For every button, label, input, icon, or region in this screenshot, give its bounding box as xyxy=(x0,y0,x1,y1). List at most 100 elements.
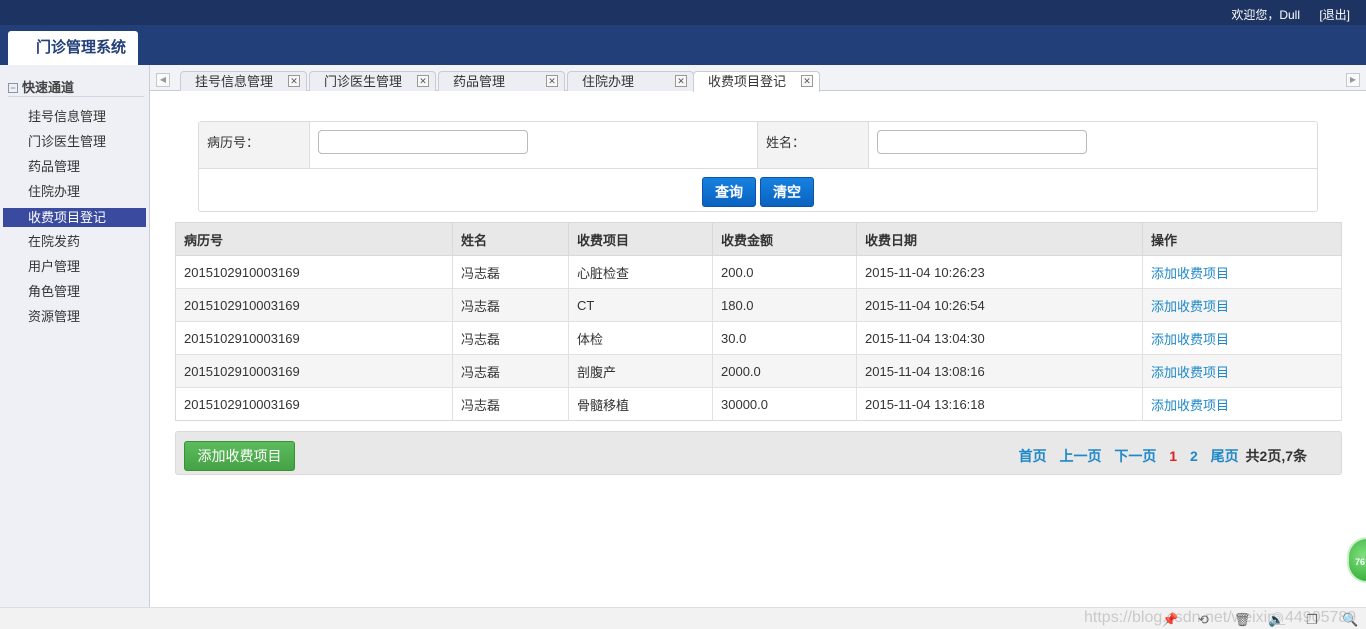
cell-charge-date: 2015-11-04 13:16:18 xyxy=(856,387,1143,421)
header: 门诊管理系统 xyxy=(0,25,1366,65)
cell-charge-item: 剖腹产 xyxy=(568,354,713,388)
pager-next[interactable]: 下一页 xyxy=(1114,448,1156,464)
table-row: 2015102910003169 冯志磊 体检 30.0 2015-11-04 … xyxy=(175,321,1342,355)
sidebar-item-users[interactable]: 用户管理 xyxy=(3,255,146,280)
tab-outpatient-doctor[interactable]: 门诊医生管理 ✕ xyxy=(309,71,436,91)
sidebar-item-resources[interactable]: 资源管理 xyxy=(3,305,146,330)
cell-name: 冯志磊 xyxy=(452,255,569,289)
cell-name: 冯志磊 xyxy=(452,321,569,355)
add-charge-item-link[interactable]: 添加收费项目 xyxy=(1142,288,1342,322)
record-number-input[interactable] xyxy=(318,130,528,154)
table-footer: 添加收费项目 首页 上一页 下一页 1 2 尾页 共2页,7条 xyxy=(175,431,1342,475)
cell-record-number: 2015102910003169 xyxy=(175,321,453,355)
tab-label: 收费项目登记 xyxy=(708,74,787,89)
tab-hospitalization[interactable]: 住院办理 ✕ xyxy=(567,71,694,91)
tab-label: 挂号信息管理 xyxy=(195,74,274,89)
pager-summary: 共2页,7条 xyxy=(1245,448,1307,464)
col-name: 姓名 xyxy=(452,222,569,256)
close-icon[interactable]: ✕ xyxy=(417,75,429,87)
col-actions: 操作 xyxy=(1142,222,1342,256)
cell-charge-date: 2015-11-04 13:04:30 xyxy=(856,321,1143,355)
welcome-text: 欢迎您，Dull xyxy=(1231,8,1300,22)
sidebar-item-roles[interactable]: 角色管理 xyxy=(3,280,146,305)
tab-drugs[interactable]: 药品管理 ✕ xyxy=(438,71,565,91)
top-bar: 欢迎您，Dull [退出] xyxy=(0,0,1366,25)
trash-icon[interactable]: 🗑 xyxy=(1234,612,1251,628)
add-charge-item-link[interactable]: 添加收费项目 xyxy=(1142,387,1342,421)
cell-charge-date: 2015-11-04 13:08:16 xyxy=(856,354,1143,388)
name-cell xyxy=(869,122,1317,169)
speaker-icon[interactable]: 🔊 xyxy=(1268,612,1284,628)
cell-name: 冯志磊 xyxy=(452,387,569,421)
charge-table: 病历号 姓名 收费项目 收费金额 收费日期 操作 201510291000316… xyxy=(175,222,1342,421)
logout-link[interactable]: [退出] xyxy=(1319,6,1350,23)
sidebar-item-inpatient-dispensing[interactable]: 在院发药 xyxy=(3,230,146,255)
add-charge-item-button[interactable]: 添加收费项目 xyxy=(184,441,295,471)
cell-charge-amount: 180.0 xyxy=(712,288,857,322)
pager-last[interactable]: 尾页 xyxy=(1211,448,1239,464)
cell-charge-amount: 30.0 xyxy=(712,321,857,355)
sidebar-item-registration[interactable]: 挂号信息管理 xyxy=(3,105,146,130)
sidebar-menu: 挂号信息管理 门诊医生管理 药品管理 住院办理 收费项目登记 在院发药 用户管理… xyxy=(3,105,146,330)
sidebar: − 快速通道 挂号信息管理 门诊医生管理 药品管理 住院办理 收费项目登记 在院发… xyxy=(0,65,150,607)
pager-prev[interactable]: 上一页 xyxy=(1059,448,1101,464)
col-charge-amount: 收费金额 xyxy=(712,222,857,256)
cell-record-number: 2015102910003169 xyxy=(175,354,453,388)
col-charge-item: 收费项目 xyxy=(568,222,713,256)
table-row: 2015102910003169 冯志磊 心脏检查 200.0 2015-11-… xyxy=(175,255,1342,289)
tab-label: 药品管理 xyxy=(453,74,506,89)
cell-name: 冯志磊 xyxy=(452,354,569,388)
tab-label: 门诊医生管理 xyxy=(324,74,403,89)
sidebar-section-title[interactable]: − 快速通道 xyxy=(8,77,144,97)
close-icon[interactable]: ✕ xyxy=(288,75,300,87)
cell-record-number: 2015102910003169 xyxy=(175,255,453,289)
sidebar-item-drugs[interactable]: 药品管理 xyxy=(3,155,146,180)
add-charge-item-link[interactable]: 添加收费项目 xyxy=(1142,321,1342,355)
floating-widget[interactable]: 76 xyxy=(1347,537,1366,583)
tab-scroll-left-icon[interactable]: ◀ xyxy=(156,73,170,87)
sidebar-item-hospitalization[interactable]: 住院办理 xyxy=(3,180,146,205)
pager-page-2[interactable]: 2 xyxy=(1190,448,1198,464)
cell-charge-amount: 30000.0 xyxy=(712,387,857,421)
record-number-label: 病历号： xyxy=(199,122,310,169)
cell-charge-date: 2015-11-04 10:26:23 xyxy=(856,255,1143,289)
tab-registration[interactable]: 挂号信息管理 ✕ xyxy=(180,71,307,91)
cell-charge-amount: 200.0 xyxy=(712,255,857,289)
tab-scroll-right-icon[interactable]: ▶ xyxy=(1346,73,1360,87)
search-icon[interactable]: 🔍 xyxy=(1342,612,1358,628)
close-icon[interactable]: ✕ xyxy=(546,75,558,87)
query-button[interactable]: 查询 xyxy=(702,177,756,207)
sidebar-item-outpatient-doctor[interactable]: 门诊医生管理 xyxy=(3,130,146,155)
cell-charge-item: 骨髓移植 xyxy=(568,387,713,421)
pager-page-1[interactable]: 1 xyxy=(1169,448,1177,464)
refresh-icon[interactable]: ⟲ xyxy=(1198,612,1209,628)
name-label: 姓名： xyxy=(758,122,869,169)
pagination: 首页 上一页 下一页 1 2 尾页 共2页,7条 xyxy=(1010,446,1307,466)
window-icon[interactable]: ❐ xyxy=(1306,612,1318,628)
name-input[interactable] xyxy=(877,130,1087,154)
cell-charge-item: CT xyxy=(568,288,713,322)
collapse-icon[interactable]: − xyxy=(8,83,18,93)
close-icon[interactable]: ✕ xyxy=(801,75,813,87)
tab-charge-registration[interactable]: 收费项目登记 ✕ xyxy=(693,71,820,92)
clear-button[interactable]: 清空 xyxy=(760,177,814,207)
add-charge-item-link[interactable]: 添加收费项目 xyxy=(1142,354,1342,388)
pin-icon[interactable]: 📌 xyxy=(1162,612,1178,628)
tab-label: 住院办理 xyxy=(582,74,635,89)
cell-charge-date: 2015-11-04 10:26:54 xyxy=(856,288,1143,322)
sidebar-item-charge-registration[interactable]: 收费项目登记 xyxy=(3,208,146,227)
search-form: 病历号： 姓名： 查询 清空 xyxy=(198,121,1318,212)
table-header-row: 病历号 姓名 收费项目 收费金额 收费日期 操作 xyxy=(175,222,1342,256)
browser-status-bar: https://blog.csdn.net/weixin_44905789 📌 … xyxy=(0,607,1366,629)
add-charge-item-link[interactable]: 添加收费项目 xyxy=(1142,255,1342,289)
col-charge-date: 收费日期 xyxy=(856,222,1143,256)
record-number-cell xyxy=(310,122,758,169)
system-title-tab[interactable]: 门诊管理系统 xyxy=(8,31,138,65)
close-icon[interactable]: ✕ xyxy=(675,75,687,87)
table-row: 2015102910003169 冯志磊 剖腹产 2000.0 2015-11-… xyxy=(175,354,1342,388)
table-row: 2015102910003169 冯志磊 CT 180.0 2015-11-04… xyxy=(175,288,1342,322)
cell-charge-amount: 2000.0 xyxy=(712,354,857,388)
tab-bar: ◀ 挂号信息管理 ✕ 门诊医生管理 ✕ 药品管理 ✕ 住院办理 ✕ 收费项目登记… xyxy=(150,65,1366,92)
sidebar-section-label: 快速通道 xyxy=(22,80,75,95)
pager-first[interactable]: 首页 xyxy=(1019,448,1047,464)
